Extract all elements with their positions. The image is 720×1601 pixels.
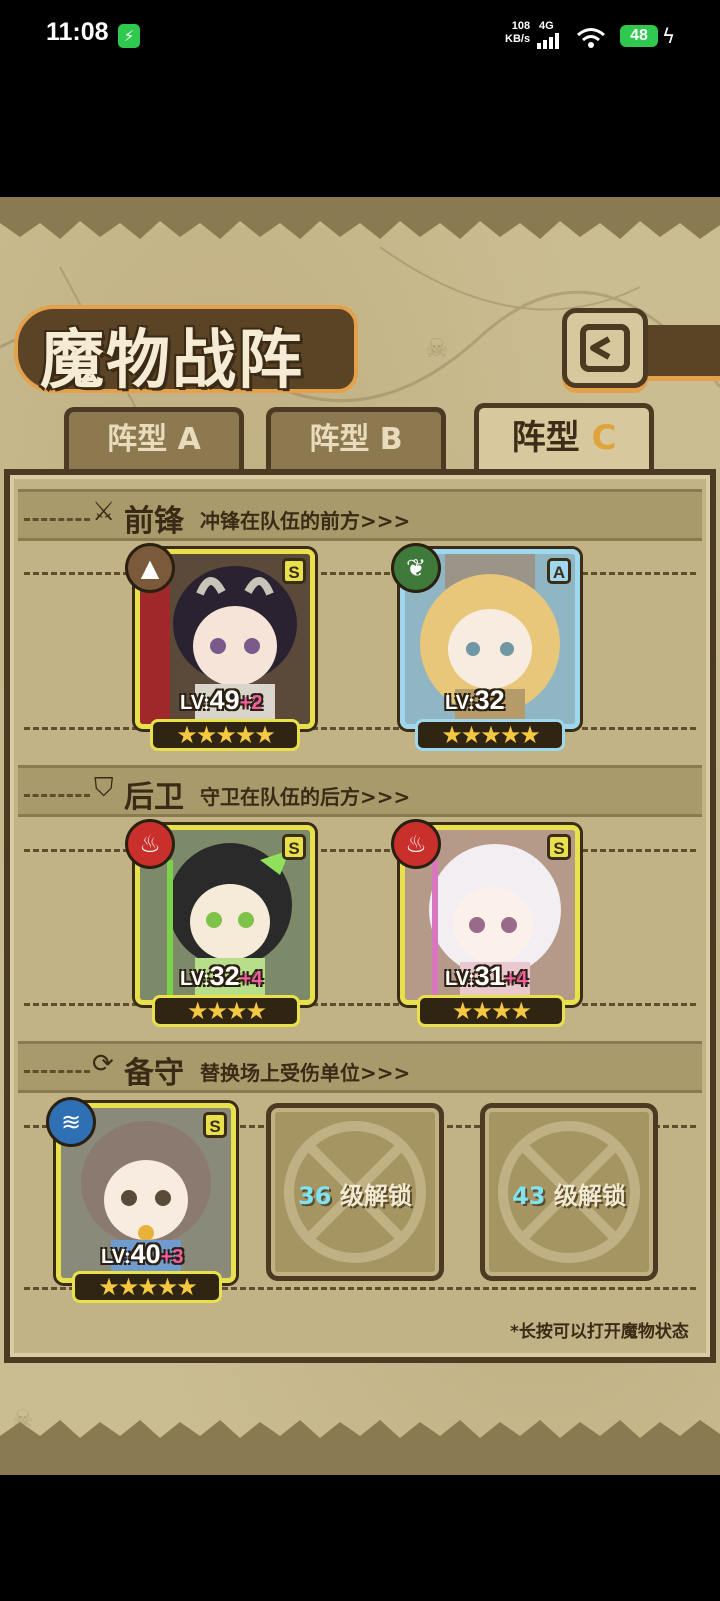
level-bonus: +3	[160, 1246, 184, 1268]
battery-indicator: 48	[620, 25, 658, 47]
charging-bolt-icon: ϟ	[662, 24, 676, 48]
divider	[24, 1003, 696, 1006]
level-prefix: LV:	[445, 968, 475, 990]
grass-element-icon: ❦	[391, 543, 441, 593]
star-rating: ★★★★★	[150, 719, 300, 751]
reserve-section-title: 备守	[124, 1056, 184, 1091]
tab-suffix: C	[591, 418, 617, 458]
signal-icon	[537, 33, 559, 49]
unit-level: LV:31+4	[445, 961, 528, 992]
fire-element-icon: ♨	[125, 819, 175, 869]
fire-element-icon: ♨	[391, 819, 441, 869]
rank-badge: S	[282, 558, 306, 584]
unlock-label: 级解锁	[553, 1182, 626, 1210]
star-rating: ★★★★★	[415, 719, 565, 751]
tab-label: 阵型	[511, 418, 580, 458]
earth-element-icon: ▲	[125, 543, 175, 593]
front-section-subtitle: 冲锋在队伍的前方>>>	[200, 509, 411, 533]
unit-level: LV:32	[445, 685, 505, 716]
level-value: 32	[209, 961, 240, 991]
level-prefix: LV:	[180, 968, 210, 990]
tab-formation-a[interactable]: 阵型 A	[64, 407, 244, 469]
page-title: 魔物战阵	[40, 324, 304, 398]
wifi-icon	[577, 28, 605, 48]
unlock-requirement: 36 级解锁	[271, 1176, 439, 1211]
unlock-label: 级解锁	[339, 1182, 412, 1210]
unlock-requirement: 43 级解锁	[485, 1176, 653, 1211]
clock: 11:08	[46, 18, 109, 46]
shield-icon: ⛉	[94, 773, 114, 803]
level-bonus: +4	[504, 968, 528, 990]
level-prefix: LV:	[101, 1246, 131, 1268]
level-prefix: LV:	[180, 692, 210, 714]
level-value: 32	[474, 685, 505, 715]
rank-badge: S	[547, 834, 571, 860]
divider	[24, 794, 90, 797]
sword-icon: ⚔	[92, 497, 116, 527]
swap-icon: ⟳	[92, 1049, 114, 1079]
locked-slot-2[interactable]: 43 级解锁	[480, 1103, 658, 1281]
rank-badge: S	[282, 834, 306, 860]
unit-level: LV:40+3	[101, 1239, 184, 1270]
rear-section-subtitle: 守卫在队伍的后方>>>	[200, 785, 411, 809]
level-prefix: LV:	[445, 692, 475, 714]
level-value: 31	[474, 961, 505, 991]
network-speed-unit: KB/s	[505, 33, 531, 45]
locked-slot-1[interactable]: 36 级解锁	[266, 1103, 444, 1281]
front-section-title: 前锋	[124, 504, 184, 539]
unit-level: LV:32+4	[180, 961, 263, 992]
level-bonus: +2	[239, 692, 263, 714]
network-speed: 108 KB/s	[505, 20, 530, 46]
torn-edge-top	[0, 197, 720, 239]
level-bonus: +4	[239, 968, 263, 990]
tab-label: 阵型	[107, 422, 168, 457]
divider	[24, 727, 696, 730]
divider	[24, 1070, 90, 1073]
water-element-icon: ≋	[46, 1097, 96, 1147]
rear-section-title: 后卫	[124, 780, 184, 815]
level-value: 49	[209, 685, 240, 715]
rank-badge: A	[547, 558, 571, 584]
tab-label: 阵型	[309, 422, 370, 457]
tab-formation-b[interactable]: 阵型 B	[266, 407, 446, 469]
star-rating: ★★★★	[152, 995, 300, 1027]
back-button-strip	[640, 325, 720, 381]
game-screen: ☠ ☠ 魔物战阵 阵型 A 阵型 B 阵型 C ⚔ 前锋 冲锋在队伍的前方>>>	[0, 197, 720, 1475]
rank-badge: S	[203, 1112, 227, 1138]
reserve-section-subtitle: 替换场上受伤单位>>>	[200, 1061, 411, 1085]
tab-formation-c[interactable]: 阵型 C	[474, 403, 654, 473]
long-press-hint: *长按可以打开魔物状态	[510, 1322, 689, 1342]
return-arrow-icon	[580, 324, 630, 372]
charging-icon: ⚡	[118, 24, 140, 48]
status-bar: 11:08 ⚡ 108 KB/s 4G 48 ϟ	[0, 0, 720, 75]
level-value: 40	[130, 1239, 161, 1269]
unlock-level: 36	[298, 1182, 332, 1210]
torn-edge-bottom	[0, 1420, 720, 1475]
svg-text:☠: ☠	[425, 334, 448, 364]
unlock-level: 43	[512, 1182, 546, 1210]
network-type: 4G	[539, 20, 554, 32]
tab-suffix: A	[177, 422, 201, 457]
tab-suffix: B	[379, 422, 403, 457]
star-rating: ★★★★★	[72, 1271, 222, 1303]
star-rating: ★★★★	[417, 995, 565, 1027]
divider	[24, 518, 90, 521]
unit-level: LV:49+2	[180, 685, 263, 716]
network-speed-value: 108	[511, 20, 531, 32]
back-button[interactable]	[562, 308, 648, 388]
